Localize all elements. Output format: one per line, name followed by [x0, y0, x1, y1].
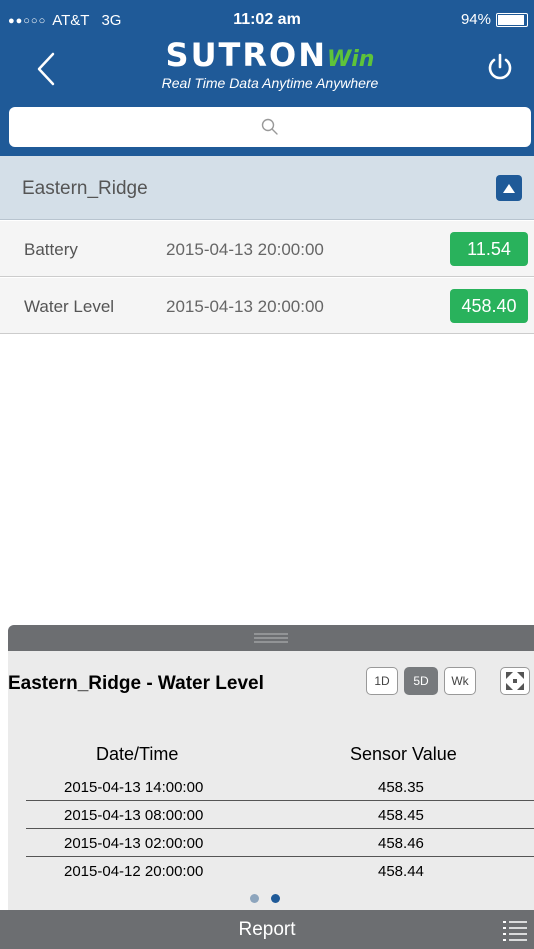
reading-time: 2015-04-13 02:00:00	[64, 835, 204, 852]
page-indicator[interactable]	[250, 894, 280, 903]
expand-button[interactable]	[500, 667, 530, 695]
logo-tagline: Real Time Data Anytime Anywhere	[161, 75, 379, 91]
sensor-timestamp: 2015-04-13 20:00:00	[166, 297, 324, 316]
sensor-timestamp: 2015-04-13 20:00:00	[166, 240, 324, 259]
reading-value: 458.44	[378, 863, 424, 880]
drag-handle-icon	[254, 633, 288, 643]
logo-win-text: Win	[327, 47, 375, 72]
range-week-button[interactable]: Wk	[444, 667, 476, 695]
bottom-bar: Report	[0, 910, 534, 949]
sensor-value-badge[interactable]: 11.54	[450, 232, 528, 266]
range-5d-button[interactable]: 5D	[404, 667, 438, 695]
triangle-up-icon	[503, 183, 515, 193]
sensor-row-battery[interactable]: Battery 2015-04-13 20:00:00 11.54	[0, 221, 534, 277]
list-icon[interactable]	[502, 917, 528, 943]
table-row: 2015-04-12 20:00:00 458.44	[26, 859, 534, 885]
search-icon	[261, 118, 278, 135]
search-input[interactable]	[9, 107, 531, 147]
table-row: 2015-04-13 08:00:00 458.45	[26, 803, 534, 829]
sensor-name: Water Level	[24, 297, 115, 316]
column-header-sensor-value: Sensor Value	[350, 744, 457, 764]
power-icon[interactable]	[484, 52, 516, 84]
battery-percent: 94%	[460, 11, 491, 28]
sensor-row-water-level[interactable]: Water Level 2015-04-13 20:00:00 458.40	[0, 278, 534, 334]
battery-icon	[496, 12, 528, 27]
panel-drag-handle[interactable]	[8, 625, 534, 651]
status-right: 94%	[461, 11, 528, 28]
status-bar: ●●○○○ AT&T 3G 11:02 am 94%	[0, 0, 534, 40]
reading-value: 458.46	[378, 835, 424, 852]
table-row: 2015-04-13 14:00:00 458.35	[26, 775, 534, 801]
app-header: ●●○○○ AT&T 3G 11:02 am 94% SUTRONWin Rea…	[0, 0, 534, 156]
station-group-header[interactable]: Eastern_Ridge	[0, 156, 534, 220]
reading-time: 2015-04-13 08:00:00	[64, 807, 204, 824]
station-name: Eastern_Ridge	[22, 178, 148, 199]
column-header-datetime: Date/Time	[96, 744, 179, 764]
report-button[interactable]: Report	[180, 910, 354, 949]
range-1d-button[interactable]: 1D	[366, 667, 398, 695]
collapse-button[interactable]	[496, 175, 522, 201]
sensor-value-badge[interactable]: 458.40	[450, 289, 528, 323]
reading-value: 458.45	[378, 807, 424, 824]
reading-value: 458.35	[378, 779, 424, 796]
page-dot[interactable]	[250, 894, 259, 903]
page-dot-active[interactable]	[271, 894, 280, 903]
sensor-name: Battery	[24, 240, 78, 259]
back-button[interactable]	[36, 52, 56, 86]
logo-main-text: SUTRON	[165, 36, 327, 74]
table-row: 2015-04-13 02:00:00 458.46	[26, 831, 534, 857]
panel-title: Eastern_Ridge - Water Level	[8, 673, 264, 694]
expand-icon	[506, 672, 524, 690]
status-time: 11:02 am	[233, 11, 301, 28]
sutron-win-logo: SUTRONWin Real Time Data Anytime Anywher…	[140, 39, 400, 91]
reading-time: 2015-04-12 20:00:00	[64, 863, 204, 880]
reading-time: 2015-04-13 14:00:00	[64, 779, 204, 796]
